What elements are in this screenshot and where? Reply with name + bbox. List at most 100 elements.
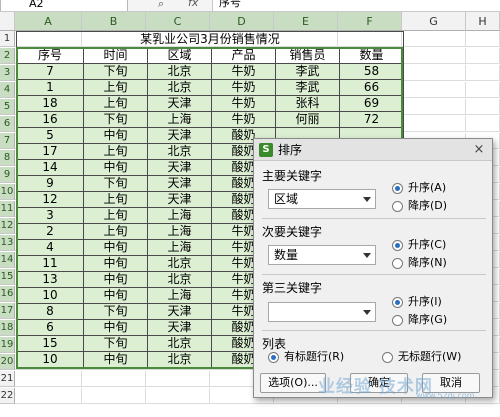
row-header[interactable]: 15 xyxy=(0,269,15,285)
table-cell[interactable]: 66 xyxy=(339,79,404,96)
dialog-titlebar[interactable]: S 排序 × xyxy=(254,139,492,161)
row-header[interactable]: 5 xyxy=(0,99,15,115)
table-cell[interactable]: 下旬 xyxy=(83,175,148,192)
header-cell[interactable]: 数量 xyxy=(339,47,404,64)
row-header[interactable]: 11 xyxy=(0,201,15,217)
column-header[interactable]: H xyxy=(466,12,500,31)
table-cell[interactable]: 天津 xyxy=(147,191,212,208)
header-cell[interactable]: 销售员 xyxy=(275,47,340,64)
row-header[interactable]: 1 xyxy=(0,31,15,47)
table-cell[interactable]: 12 xyxy=(16,191,84,208)
row-header[interactable]: 19 xyxy=(0,337,15,353)
grid-cell[interactable] xyxy=(466,31,500,47)
table-cell[interactable]: 北京 xyxy=(147,335,212,352)
header-cell[interactable]: 区域 xyxy=(147,47,212,64)
table-cell[interactable]: 李武 xyxy=(275,79,340,96)
grid-cell[interactable] xyxy=(402,116,466,132)
table-cell[interactable]: 天津 xyxy=(147,95,212,112)
table-cell[interactable]: 17 xyxy=(16,143,84,160)
cancel-button[interactable]: 取消 xyxy=(422,373,480,393)
row-header[interactable]: 17 xyxy=(0,303,15,319)
table-cell[interactable]: 北京 xyxy=(147,271,212,288)
grid-cell[interactable] xyxy=(146,371,210,387)
table-cell[interactable]: 天津 xyxy=(147,175,212,192)
row-header[interactable]: 22 xyxy=(0,388,15,404)
grid-cell[interactable] xyxy=(82,371,146,387)
row-header[interactable]: 21 xyxy=(0,371,15,387)
column-header[interactable]: A xyxy=(15,12,82,31)
table-cell[interactable]: 58 xyxy=(339,63,404,80)
table-cell[interactable]: 16 xyxy=(16,111,84,128)
column-header[interactable]: C xyxy=(146,12,210,31)
grid-cell[interactable] xyxy=(82,388,146,404)
close-icon[interactable]: × xyxy=(471,142,487,158)
table-cell[interactable]: 中旬 xyxy=(83,287,148,304)
row-header[interactable]: 20 xyxy=(0,354,15,370)
row-header[interactable]: 16 xyxy=(0,286,15,302)
table-cell[interactable]: 上旬 xyxy=(83,95,148,112)
table-cell[interactable]: 18 xyxy=(16,95,84,112)
table-cell[interactable]: 中旬 xyxy=(83,255,148,272)
magnifier-icon[interactable]: ⌕ xyxy=(158,0,164,11)
row-header[interactable]: 7 xyxy=(0,133,15,149)
table-cell[interactable]: 6 xyxy=(16,319,84,336)
primary-asc-radio[interactable] xyxy=(392,183,403,194)
table-cell[interactable]: 上旬 xyxy=(83,143,148,160)
table-cell[interactable]: 上海 xyxy=(147,111,212,128)
column-header[interactable]: D xyxy=(210,12,274,31)
table-cell[interactable]: 7 xyxy=(16,63,84,80)
table-cell[interactable]: 中旬 xyxy=(83,127,148,144)
table-cell[interactable]: 11 xyxy=(16,255,84,272)
grid-cell[interactable] xyxy=(402,82,466,98)
table-cell[interactable]: 北京 xyxy=(147,63,212,80)
table-cell[interactable]: 李武 xyxy=(275,63,340,80)
row-header[interactable]: 3 xyxy=(0,65,15,81)
table-cell[interactable]: 10 xyxy=(16,351,84,368)
table-cell[interactable]: 下旬 xyxy=(83,335,148,352)
table-cell[interactable]: 北京 xyxy=(147,255,212,272)
primary-key-select[interactable]: 区域 xyxy=(268,189,376,209)
primary-desc-radio[interactable] xyxy=(392,201,403,212)
table-cell[interactable]: 上旬 xyxy=(83,207,148,224)
third-key-select[interactable] xyxy=(268,302,376,322)
table-cell[interactable]: 中旬 xyxy=(83,319,148,336)
table-cell[interactable]: 何丽 xyxy=(275,111,340,128)
grid-cell[interactable] xyxy=(402,31,466,47)
table-cell[interactable]: 9 xyxy=(16,175,84,192)
table-cell[interactable]: 5 xyxy=(16,127,84,144)
table-cell[interactable]: 中旬 xyxy=(83,239,148,256)
third-desc-radio[interactable] xyxy=(392,315,403,326)
table-cell[interactable]: 牛奶 xyxy=(211,111,276,128)
table-cell[interactable]: 上旬 xyxy=(83,191,148,208)
name-box[interactable]: A2 xyxy=(0,0,128,11)
table-cell[interactable]: 天津 xyxy=(147,303,212,320)
table-cell[interactable]: 天津 xyxy=(147,159,212,176)
table-cell[interactable]: 中旬 xyxy=(83,271,148,288)
table-cell[interactable]: 72 xyxy=(339,111,404,128)
row-header[interactable]: 8 xyxy=(0,150,15,166)
grid-cell[interactable] xyxy=(466,82,500,98)
header-cell[interactable]: 时间 xyxy=(83,47,148,64)
row-header[interactable]: 4 xyxy=(0,82,15,98)
row-header[interactable]: 2 xyxy=(0,48,15,64)
fx-label[interactable]: fx xyxy=(188,0,198,9)
table-cell[interactable]: 10 xyxy=(16,287,84,304)
table-cell[interactable]: 下旬 xyxy=(83,303,148,320)
table-cell[interactable]: 1 xyxy=(16,79,84,96)
grid-cell[interactable] xyxy=(402,65,466,81)
table-cell[interactable]: 4 xyxy=(16,239,84,256)
grid-cell[interactable] xyxy=(402,48,466,64)
table-cell[interactable]: 中旬 xyxy=(83,351,148,368)
table-cell[interactable]: 上海 xyxy=(147,223,212,240)
secondary-asc-radio[interactable] xyxy=(392,240,403,251)
sheet-title[interactable]: 某乳业公司3月份销售情况 xyxy=(16,31,404,48)
table-cell[interactable]: 中旬 xyxy=(83,159,148,176)
grid-cell[interactable] xyxy=(466,116,500,132)
no-header-radio[interactable] xyxy=(382,352,393,363)
table-cell[interactable]: 下旬 xyxy=(83,111,148,128)
secondary-desc-radio[interactable] xyxy=(392,258,403,269)
secondary-key-select[interactable]: 数量 xyxy=(268,245,376,265)
header-cell[interactable]: 序号 xyxy=(16,47,84,64)
table-cell[interactable]: 15 xyxy=(16,335,84,352)
table-cell[interactable]: 13 xyxy=(16,271,84,288)
